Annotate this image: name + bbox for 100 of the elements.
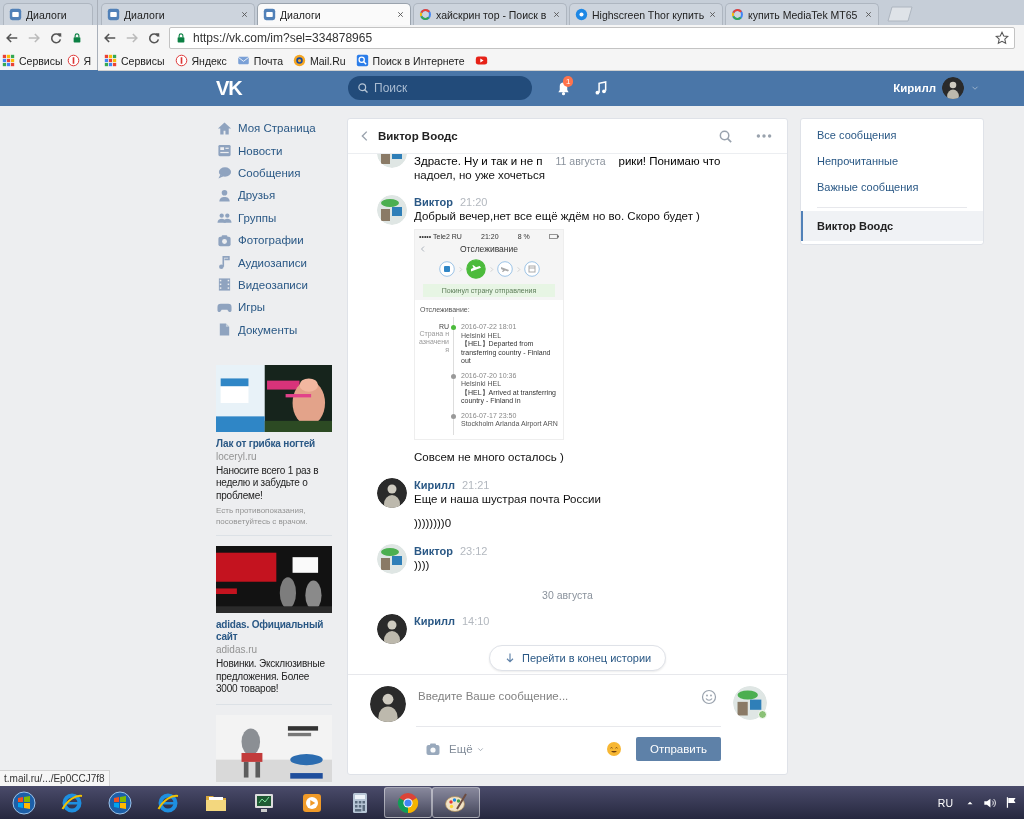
- site-icon: [293, 54, 306, 67]
- menu-item[interactable]: Виктор Воодс: [801, 211, 983, 241]
- browser-tab[interactable]: Диалоги: [3, 3, 93, 25]
- ad-domain: loceryl.ru: [216, 449, 258, 463]
- ad-disclaimer: Есть противопоказания, посоветуйтесь с врачом.: [216, 505, 309, 528]
- nav-item[interactable]: Фотографии: [216, 228, 332, 252]
- search-icon[interactable]: [718, 128, 733, 144]
- camera-icon: [217, 232, 232, 248]
- bookmark[interactable]: Яндекс: [174, 54, 227, 67]
- nav-item[interactable]: Документы: [216, 318, 332, 341]
- notification-badge: 1: [563, 75, 574, 87]
- browser-tab[interactable]: купить MediaTek MT65: [725, 3, 879, 25]
- message-time: 21:21: [461, 477, 490, 492]
- bookmark[interactable]: Поиск в Интернете: [355, 54, 465, 67]
- vk-logo[interactable]: VK: [216, 76, 348, 100]
- author-name[interactable]: Кирилл: [414, 613, 455, 628]
- search-field[interactable]: Поиск: [348, 76, 532, 100]
- close-icon[interactable]: [864, 10, 873, 19]
- menu-item[interactable]: Непрочитанные: [801, 148, 983, 174]
- site-icon: [419, 8, 432, 21]
- home-icon: [217, 120, 232, 136]
- back-icon[interactable]: [103, 31, 117, 45]
- bookmark[interactable]: [474, 54, 488, 67]
- orb-icon: [108, 790, 132, 815]
- back-icon: [419, 245, 427, 253]
- star-icon[interactable]: [995, 31, 1009, 45]
- chevron-icon: [456, 265, 464, 273]
- jump-to-end-button[interactable]: Перейти в конец истории: [489, 645, 667, 671]
- search-icon: [355, 54, 369, 67]
- bookmark[interactable]: Mail.Ru: [293, 54, 346, 67]
- nav-item[interactable]: Видеозаписи: [216, 273, 332, 297]
- language-indicator[interactable]: RU: [937, 796, 953, 809]
- nav-item[interactable]: Игры: [216, 296, 332, 319]
- site-icon: [174, 54, 188, 67]
- nav-item[interactable]: Группы: [216, 206, 332, 229]
- site-icon: [731, 8, 744, 21]
- reload-icon[interactable]: [49, 31, 63, 45]
- bookmark[interactable]: Я: [66, 54, 92, 67]
- mail-icon: [236, 54, 250, 67]
- battery-icon: [549, 234, 559, 239]
- menu-item[interactable]: Важные сообщения: [801, 174, 983, 200]
- site-icon: [107, 8, 120, 21]
- date-label: 30 августа: [541, 587, 594, 602]
- close-icon[interactable]: [552, 10, 561, 19]
- author-name[interactable]: Виктор: [414, 195, 453, 209]
- message-time: 21:20: [459, 195, 488, 209]
- site-icon: [263, 8, 276, 21]
- lock-icon: [71, 32, 83, 44]
- message-text: Еще и наша шустрая почта России: [414, 491, 602, 506]
- message-text: )))): [414, 557, 431, 572]
- send-button[interactable]: Отправить: [635, 737, 721, 761]
- ad-domain: adidas.ru: [216, 643, 259, 657]
- site-icon: [66, 54, 80, 67]
- bookmark[interactable]: Сервисы: [2, 54, 63, 67]
- message-text: надоел, но уже хочеться: [414, 168, 547, 182]
- bookmark[interactable]: Сервисы: [104, 54, 165, 67]
- profile-menu[interactable]: Кирилл: [893, 77, 980, 99]
- nav-item[interactable]: Моя Страница: [216, 117, 332, 140]
- browser-tab[interactable]: Диалоги: [257, 3, 411, 25]
- message-field[interactable]: Введите Ваше сообщение...: [416, 686, 721, 727]
- more-button[interactable]: Ещё: [449, 743, 485, 755]
- arrow-down-icon: [504, 652, 516, 664]
- nav-item[interactable]: Друзья: [216, 184, 332, 207]
- avatar[interactable]: [942, 77, 964, 99]
- browser-tab[interactable]: Highscreen Thor купить: [569, 3, 723, 25]
- taskbar-button[interactable]: [432, 787, 480, 818]
- avatar[interactable]: [377, 613, 407, 644]
- apps-icon: [104, 54, 117, 67]
- author-name[interactable]: Виктор: [414, 543, 453, 558]
- site-icon: [575, 8, 588, 21]
- nav-item[interactable]: Новости: [216, 139, 332, 162]
- close-icon[interactable]: [240, 10, 249, 19]
- ad-title[interactable]: Лак от грибка ногтей: [216, 437, 332, 450]
- close-icon[interactable]: [708, 10, 718, 19]
- screen-title: Отслеживание: [459, 244, 519, 254]
- menu-item[interactable]: Все сообщения: [801, 122, 983, 148]
- close-icon[interactable]: [396, 10, 405, 19]
- message-text: Совсем не много осталось ): [414, 449, 565, 464]
- apps-icon: [2, 54, 15, 67]
- author-name[interactable]: Кирилл: [414, 477, 455, 492]
- ad-title[interactable]: adidas. Официальный сайт: [216, 619, 332, 644]
- music-icon[interactable]: [593, 80, 608, 96]
- person-icon: [217, 187, 232, 203]
- reload-icon[interactable]: [147, 31, 161, 45]
- chevron-icon: [514, 265, 522, 273]
- document-icon: [217, 322, 232, 338]
- flag-icon[interactable]: [1005, 796, 1018, 809]
- avatar[interactable]: [377, 477, 407, 508]
- search-icon: [357, 82, 369, 94]
- bookmark[interactable]: Почта: [236, 54, 283, 67]
- nav-item[interactable]: Аудиозаписи: [216, 251, 332, 274]
- browser-tab[interactable]: Диалоги: [101, 3, 255, 25]
- back-icon[interactable]: [5, 31, 19, 45]
- orb-icon: [12, 790, 36, 815]
- chat-title[interactable]: Виктор Воодс: [378, 130, 712, 142]
- emoji-icon[interactable]: [605, 741, 622, 757]
- avatar[interactable]: [370, 686, 406, 722]
- nav-item[interactable]: Сообщения: [216, 161, 332, 185]
- browser-tab[interactable]: хайскрин тор - Поиск в: [413, 3, 567, 25]
- address-bar[interactable]: https://vk.com/im?sel=334878965: [169, 27, 1015, 49]
